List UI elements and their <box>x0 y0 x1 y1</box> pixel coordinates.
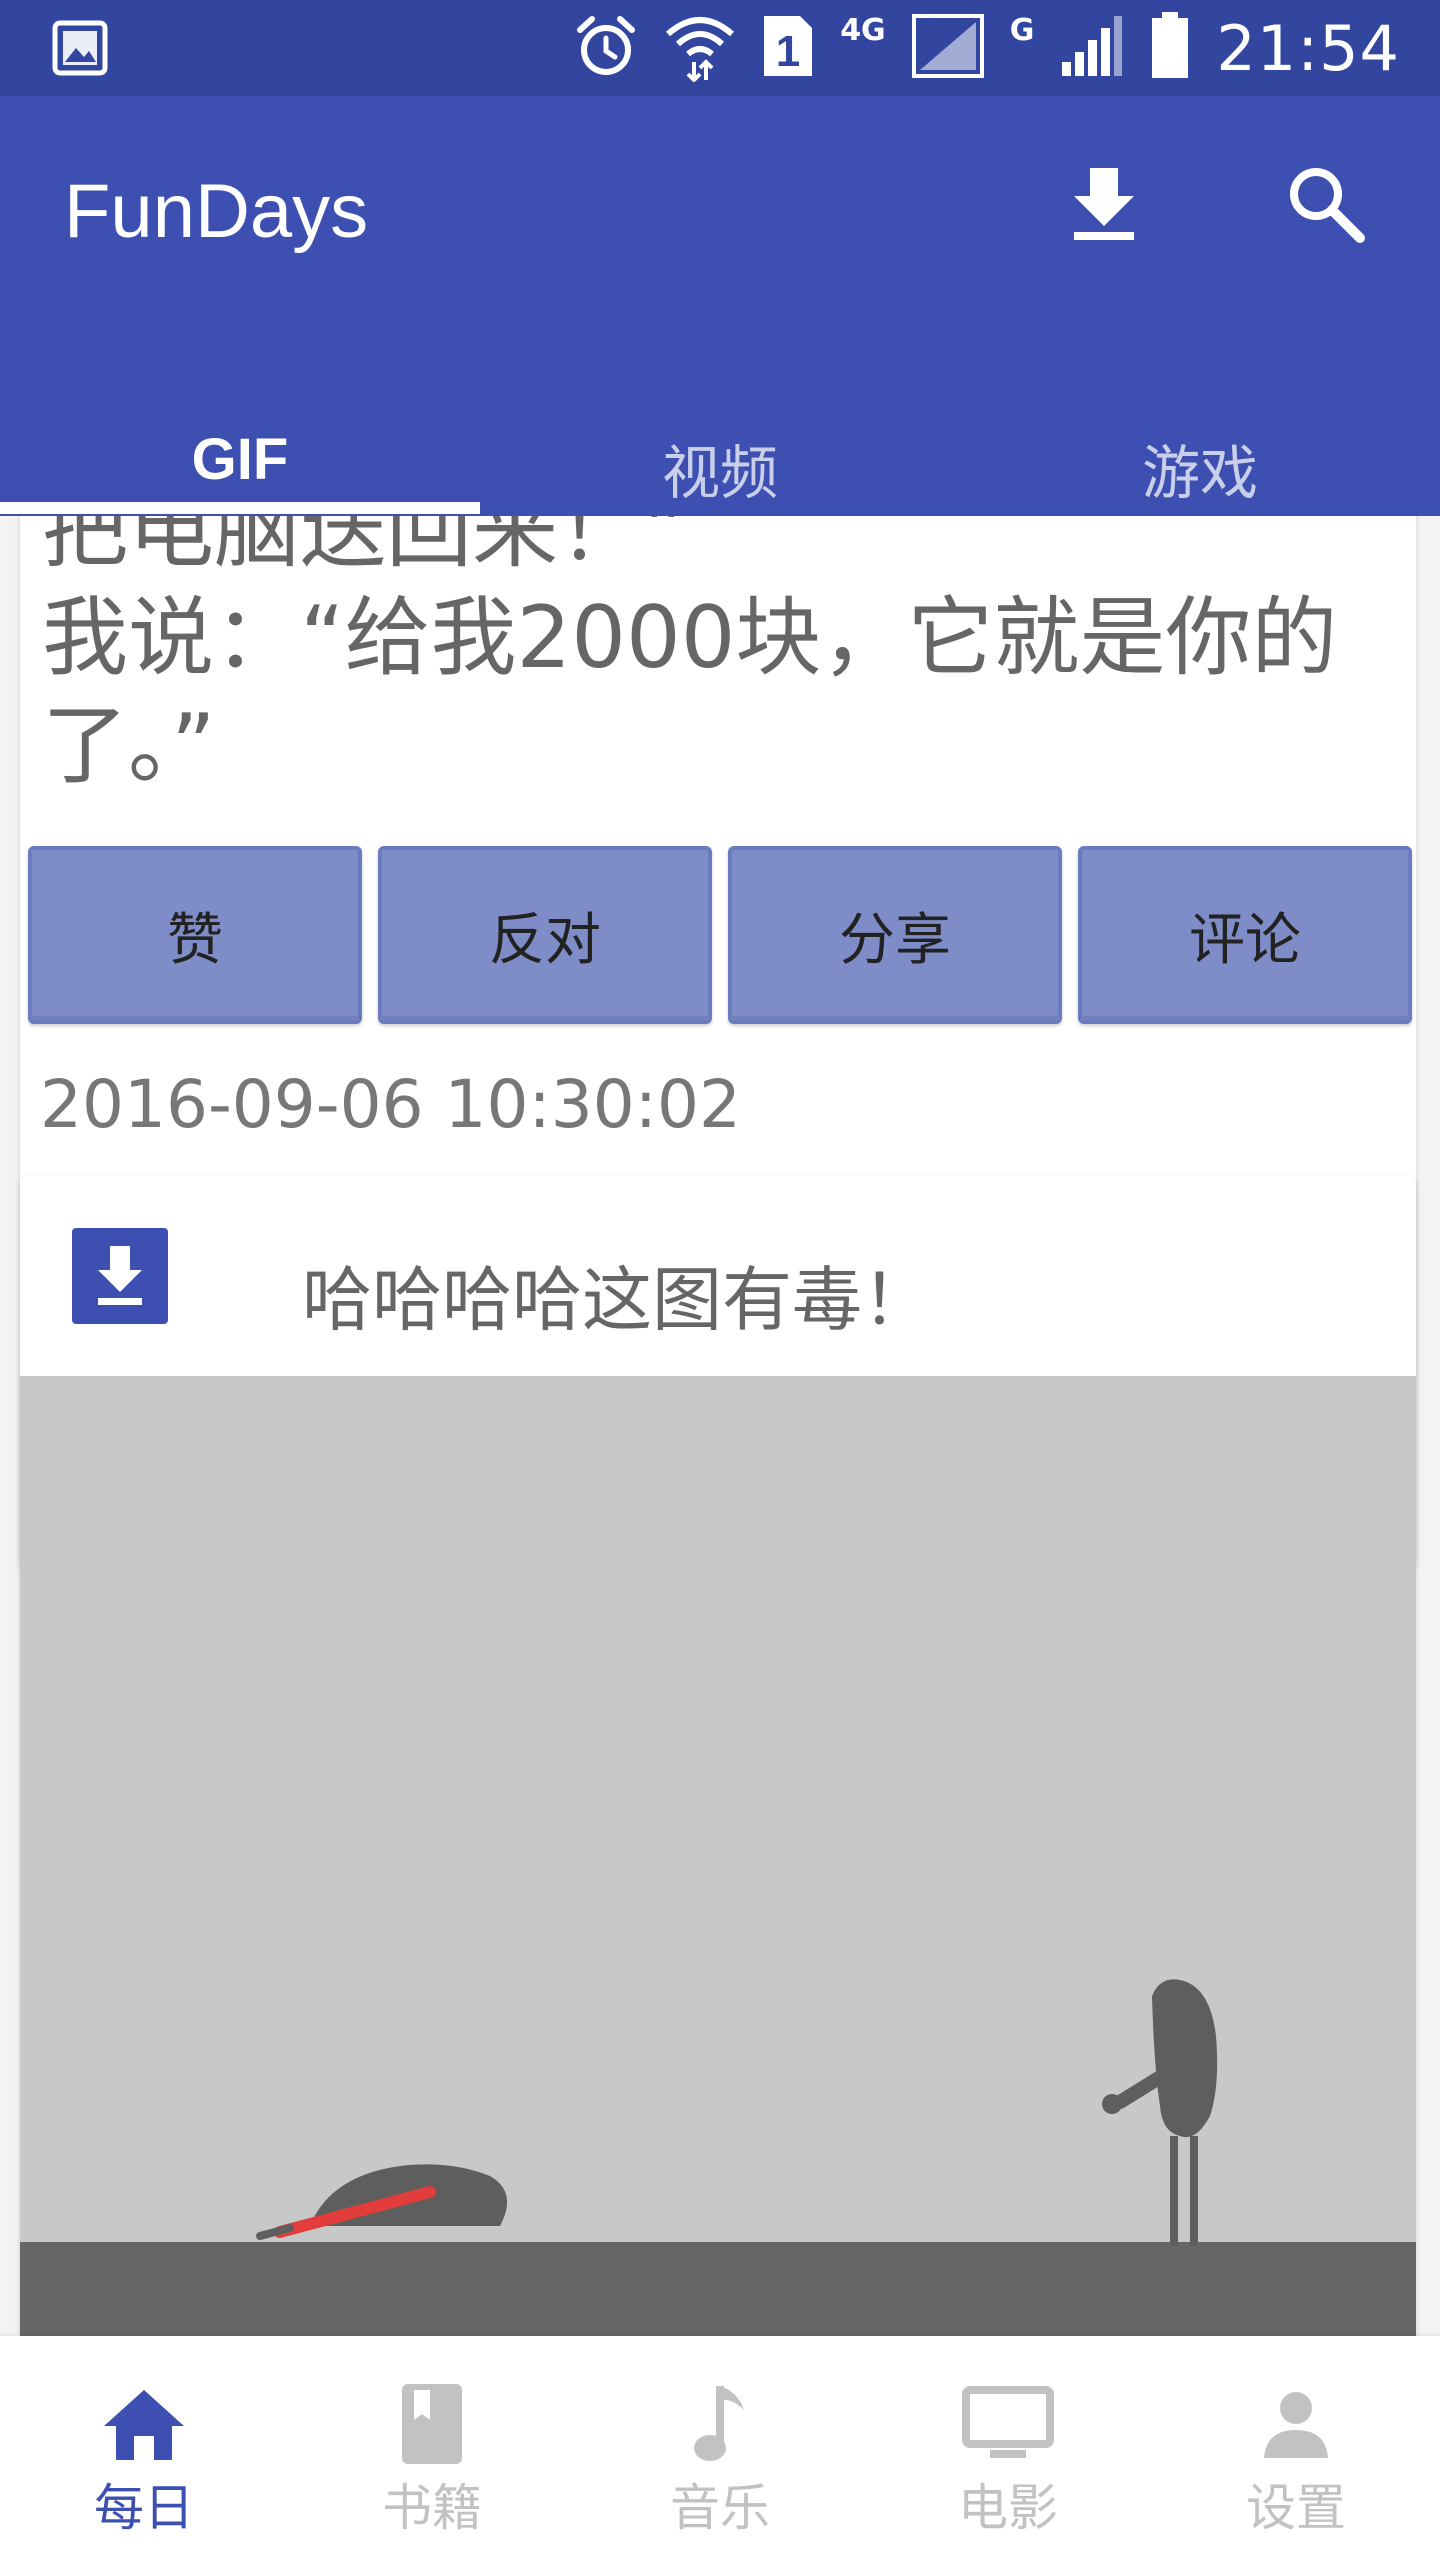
svg-text:1: 1 <box>776 27 800 76</box>
nav-label: 电影 <box>958 2479 1058 2537</box>
download-icon[interactable] <box>1060 160 1148 248</box>
share-button[interactable]: 分享 <box>728 846 1062 1024</box>
search-icon[interactable] <box>1282 160 1370 248</box>
gallery-icon <box>52 20 108 80</box>
comment-button[interactable]: 评论 <box>1078 846 1412 1024</box>
gif-card: 哈哈哈哈这图有毒！ <box>20 1176 1416 2336</box>
tv-icon <box>953 2376 1063 2472</box>
bottom-navigation: 每日 书籍 音乐 电影 设置 <box>0 2336 1440 2560</box>
person-icon <box>1241 2376 1351 2472</box>
dislike-button[interactable]: 反对 <box>378 846 712 1024</box>
tab-gif[interactable]: GIF <box>0 416 480 516</box>
battery-icon <box>1150 12 1190 84</box>
nav-item-settings[interactable]: 设置 <box>1152 2336 1440 2560</box>
app-title: FunDays <box>64 169 369 254</box>
joke-line: 我说：“给我2000块，它就是你的 <box>42 588 1338 688</box>
joke-line: 了。” <box>42 696 216 796</box>
signal-icon <box>911 14 984 82</box>
nav-item-daily[interactable]: 每日 <box>0 2336 288 2560</box>
nav-item-music[interactable]: 音乐 <box>576 2336 864 2560</box>
wifi-icon <box>664 10 736 86</box>
nav-item-books[interactable]: 书籍 <box>288 2336 576 2560</box>
download-icon[interactable] <box>72 1228 168 1324</box>
nav-item-movies[interactable]: 电影 <box>864 2336 1152 2560</box>
gif-card-header: 哈哈哈哈这图有毒！ <box>20 1176 1416 1376</box>
book-icon <box>377 2376 487 2472</box>
gif-image[interactable] <box>20 1376 1416 2336</box>
network-type-4g: 4G <box>840 12 886 48</box>
alarm-icon <box>574 14 638 82</box>
tab-video[interactable]: 视频 <box>480 416 960 516</box>
home-icon <box>89 2376 199 2472</box>
nav-label: 音乐 <box>670 2479 770 2537</box>
sim-icon: 1 <box>762 14 814 82</box>
standing-figure-illustration <box>1080 1976 1260 2260</box>
nav-label: 书籍 <box>382 2479 482 2537</box>
nav-label: 设置 <box>1246 2479 1346 2537</box>
like-button[interactable]: 赞 <box>28 846 362 1024</box>
joke-line: 把电脑送回来！” <box>42 516 689 580</box>
network-type-g: G <box>1009 12 1035 48</box>
fallen-figure-illustration <box>250 2136 530 2250</box>
app-bar: FunDays GIF 视频 游戏 <box>0 96 1440 516</box>
joke-text: 把电脑送回来！” 我说：“给我2000块，它就是你的 了。” <box>42 516 1382 800</box>
action-row: 赞 反对 分享 评论 <box>28 846 1412 1026</box>
tab-bar: GIF 视频 游戏 <box>0 416 1440 516</box>
status-bar: 1 4G G 21:54 <box>0 0 1440 96</box>
gif-title: 哈哈哈哈这图有毒！ <box>302 1259 932 1341</box>
music-icon <box>665 2376 775 2472</box>
signal-bars-icon <box>1060 14 1124 82</box>
feed-list[interactable]: 把电脑送回来！” 我说：“给我2000块，它就是你的 了。” 赞 反对 分享 评… <box>0 516 1440 2336</box>
tab-games[interactable]: 游戏 <box>960 416 1440 516</box>
tab-indicator <box>0 502 480 514</box>
clock: 21:54 <box>1216 11 1400 85</box>
post-timestamp: 2016-09-06 10:30:02 <box>40 1066 741 1143</box>
nav-label: 每日 <box>94 2479 194 2537</box>
